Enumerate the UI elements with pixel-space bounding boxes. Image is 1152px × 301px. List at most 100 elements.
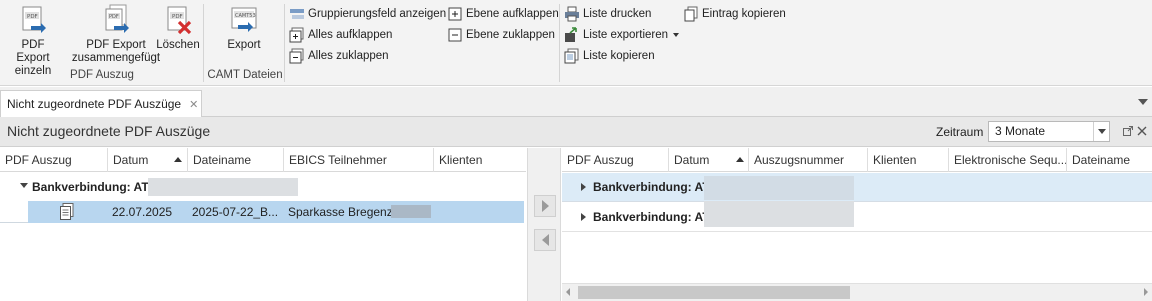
redacted-iban bbox=[704, 176, 854, 200]
pdf-export-einzeln-button[interactable]: PDF PDF Export einzeln bbox=[4, 4, 62, 78]
liste-drucken-button[interactable]: Liste drucken bbox=[564, 5, 651, 23]
column-header-auszugsnummer[interactable]: Auszugsnummer bbox=[749, 148, 868, 172]
alles-aufklappen-label: Alles aufklappen bbox=[308, 29, 393, 41]
scroll-right-icon[interactable] bbox=[1144, 288, 1148, 296]
grouping-field-icon bbox=[290, 9, 304, 19]
left-grid-header: PDF Auszug Datum Dateiname EBICS Teilneh… bbox=[0, 148, 526, 172]
ebene-zuklappen-button[interactable]: Ebene zuklappen bbox=[447, 26, 555, 44]
camt-export-icon: CAMT53 bbox=[231, 7, 257, 32]
loeschen-label: Löschen bbox=[156, 39, 200, 51]
right-grid-header: PDF Auszug Datum Auszugsnummer Klienten … bbox=[562, 148, 1152, 172]
liste-exportieren-label: Liste exportieren bbox=[583, 29, 669, 41]
column-header-elektronische-sequenz[interactable]: Elektronische Sequ... bbox=[949, 148, 1067, 172]
export-list-icon bbox=[565, 27, 577, 42]
expand-all-icon bbox=[289, 27, 304, 43]
group-label: Bankverbindung: AT bbox=[593, 180, 710, 194]
group-row[interactable]: Bankverbindung: AT bbox=[562, 201, 1152, 232]
assign-left-button[interactable] bbox=[534, 229, 556, 251]
group-label: Bankverbindung: AT bbox=[593, 210, 710, 224]
tab-dropdown-icon[interactable] bbox=[1138, 99, 1148, 105]
ebene-aufklappen-button[interactable]: Ebene aufklappen bbox=[447, 5, 559, 23]
horizontal-scrollbar[interactable] bbox=[562, 283, 1152, 301]
chevron-down-icon bbox=[673, 33, 680, 37]
loeschen-button[interactable]: PDF Löschen bbox=[156, 4, 200, 52]
eintrag-kopieren-button[interactable]: Eintrag kopieren bbox=[683, 5, 786, 23]
transfer-bar bbox=[527, 148, 561, 301]
redacted-ebics-suffix bbox=[391, 205, 431, 218]
right-grid: PDF Auszug Datum Auszugsnummer Klienten … bbox=[562, 148, 1152, 283]
column-header-ebics[interactable]: EBICS Teilnehmer bbox=[284, 148, 434, 172]
tab-nicht-zugeordnete[interactable]: Nicht zugeordnete PDF Auszüge ✕ bbox=[0, 90, 202, 117]
column-header-dateiname[interactable]: Dateiname bbox=[188, 148, 284, 172]
table-row[interactable]: 22.07.2025 2025-07-22_B... Sparkasse Bre… bbox=[28, 201, 524, 223]
expand-toggle-icon[interactable] bbox=[581, 183, 586, 191]
chevron-down-icon[interactable] bbox=[1093, 122, 1109, 141]
group-label-pdf-auszug: PDF Auszug bbox=[70, 69, 134, 81]
collapse-level-icon bbox=[448, 28, 462, 42]
camt-export-label: Export bbox=[227, 39, 261, 51]
close-icon[interactable]: ✕ bbox=[189, 98, 198, 111]
pdf-merge-export-icon: PDF bbox=[105, 4, 129, 33]
ribbon-separator bbox=[559, 4, 560, 82]
sort-ascending-icon bbox=[174, 157, 182, 162]
ebene-zuklappen-label: Ebene zuklappen bbox=[466, 29, 555, 41]
printer-icon bbox=[565, 6, 579, 22]
column-header-dateiname[interactable]: Dateiname bbox=[1067, 148, 1152, 172]
camt-export-button[interactable]: CAMT53 Export bbox=[222, 4, 266, 52]
pdf-export-icon: PDF bbox=[22, 6, 46, 33]
gruppierungsfeld-label: Gruppierungsfeld anzeigen bbox=[308, 8, 447, 20]
column-header-pdf-auszug[interactable]: PDF Auszug bbox=[562, 148, 669, 172]
scroll-left-icon[interactable] bbox=[566, 288, 570, 296]
group-label-camt: CAMT Dateien bbox=[207, 69, 283, 81]
collapse-all-icon bbox=[289, 48, 304, 64]
svg-text:PDF: PDF bbox=[172, 14, 183, 20]
expand-toggle-icon[interactable] bbox=[581, 213, 586, 221]
cell-datum: 22.07.2025 bbox=[112, 205, 173, 219]
copy-entry-icon bbox=[684, 6, 698, 22]
column-header-pdf-auszug[interactable]: PDF Auszug bbox=[0, 148, 108, 172]
alles-zuklappen-button[interactable]: Alles zuklappen bbox=[289, 47, 389, 65]
column-header-klienten[interactable]: Klienten bbox=[868, 148, 949, 172]
ebene-aufklappen-label: Ebene aufklappen bbox=[466, 8, 559, 20]
document-tab-strip: Nicht zugeordnete PDF Auszüge ✕ bbox=[0, 87, 1152, 117]
close-icon[interactable] bbox=[1137, 126, 1147, 136]
group-label: Bankverbindung: AT bbox=[32, 180, 149, 194]
pdf-export-zus-label-2: zusammengefügt bbox=[71, 52, 161, 64]
column-header-klienten[interactable]: Klienten bbox=[434, 148, 526, 172]
page-title-bar: Nicht zugeordnete PDF Auszüge Zeitraum 3… bbox=[0, 117, 1152, 147]
cell-ebics: Sparkasse Bregenz, bbox=[288, 205, 397, 219]
collapse-toggle-icon[interactable] bbox=[20, 183, 28, 188]
tab-label: Nicht zugeordnete PDF Auszüge bbox=[7, 97, 182, 111]
arrow-right-icon bbox=[541, 200, 549, 212]
popout-icon[interactable] bbox=[1123, 126, 1133, 136]
eintrag-kopieren-label: Eintrag kopieren bbox=[702, 8, 786, 20]
liste-drucken-label: Liste drucken bbox=[583, 8, 652, 20]
ribbon-separator bbox=[203, 4, 204, 82]
row-indent bbox=[0, 201, 28, 223]
group-row[interactable]: Bankverbindung: AT bbox=[562, 173, 1152, 202]
pdf-export-zusammengefuegt-button[interactable]: PDF PDF Export zusammengefügt bbox=[72, 4, 160, 65]
liste-kopieren-label: Liste kopieren bbox=[583, 50, 655, 62]
redacted-iban bbox=[704, 201, 854, 227]
group-row[interactable]: Bankverbindung: AT bbox=[0, 173, 526, 201]
scrollbar-thumb[interactable] bbox=[578, 286, 850, 299]
pdf-delete-icon: PDF bbox=[167, 6, 192, 35]
gruppierungsfeld-button[interactable]: Gruppierungsfeld anzeigen bbox=[289, 5, 446, 23]
svg-text:CAMT53: CAMT53 bbox=[235, 13, 256, 19]
left-grid: PDF Auszug Datum Dateiname EBICS Teilneh… bbox=[0, 148, 526, 301]
copy-list-icon bbox=[564, 48, 579, 64]
pdf-document-icon bbox=[60, 203, 74, 220]
expand-level-icon bbox=[448, 7, 462, 21]
assign-right-button[interactable] bbox=[534, 195, 556, 217]
liste-exportieren-button[interactable]: Liste exportieren bbox=[564, 26, 680, 44]
pdf-export-zus-label-1: PDF Export bbox=[86, 39, 146, 51]
svg-text:PDF: PDF bbox=[109, 14, 119, 20]
liste-kopieren-button[interactable]: Liste kopieren bbox=[564, 47, 655, 65]
alles-aufklappen-button[interactable]: Alles aufklappen bbox=[289, 26, 392, 44]
cell-dateiname: 2025-07-22_B... bbox=[192, 205, 279, 219]
pdf-export-einzeln-label-1: PDF Export bbox=[16, 39, 50, 64]
alles-zuklappen-label: Alles zuklappen bbox=[308, 50, 389, 62]
zeitraum-select[interactable]: 3 Monate bbox=[988, 121, 1110, 142]
ribbon-separator bbox=[284, 4, 285, 82]
svg-text:PDF: PDF bbox=[27, 14, 38, 20]
